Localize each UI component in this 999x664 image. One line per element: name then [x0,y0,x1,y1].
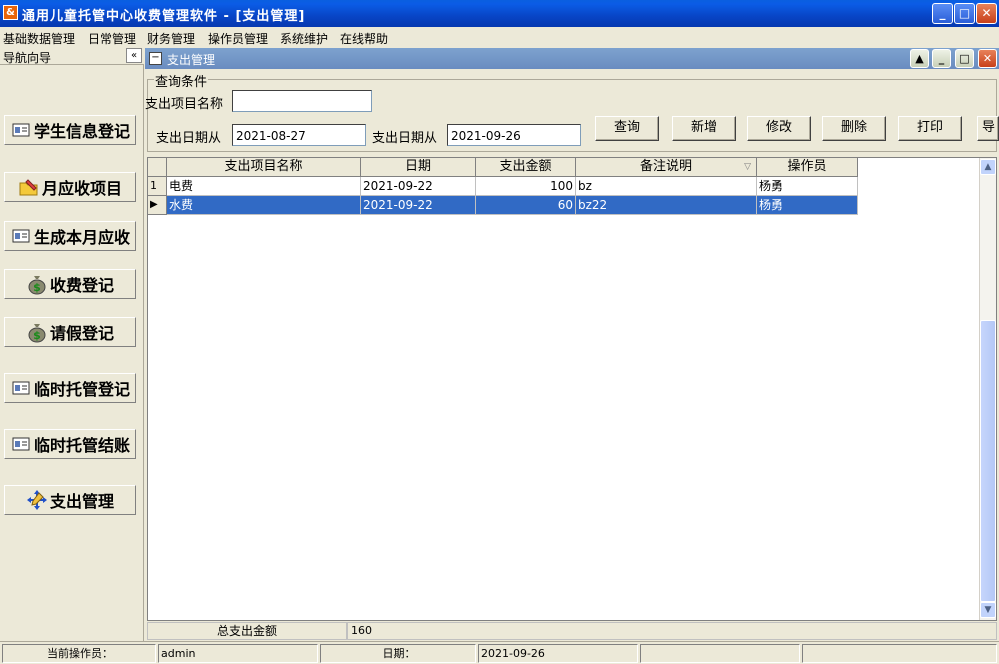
table-cell-date[interactable]: 2021-09-22 [361,196,476,215]
delete-button[interactable]: 删除 [822,116,886,141]
table-cell-amount[interactable]: 100 [476,177,576,196]
row-indicator[interactable]: 1 [148,177,167,196]
menu-system[interactable]: 系统维护 [280,30,328,47]
total-expense-value: 160 [347,622,997,640]
nav-label: 临时托管登记 [33,380,130,399]
nav-label: 学生信息登记 [33,122,130,141]
menu-bar: 基础数据管理 日常管理 财务管理 操作员管理 系统维护 在线帮助 [0,27,999,47]
table-cell-operator[interactable]: 杨勇 [757,177,858,196]
status-bar: 当前操作员： admin 日期： 2021-09-26 [0,641,999,664]
student-card-icon [12,381,30,395]
folder-pencil-icon [19,179,38,196]
column-header-operator[interactable]: 操作员 [757,158,858,177]
window-title: 通用儿童托管中心收费管理软件 - [支出管理] [22,9,306,24]
minimize-button[interactable]: _ [932,3,953,24]
svg-text:$: $ [33,281,41,294]
menu-finance[interactable]: 财务管理 [147,30,195,47]
date-from-input[interactable]: 2021-08-27 [232,124,366,146]
nav-title: 导航向导 [3,51,52,65]
close-button[interactable]: ✕ [976,3,997,24]
sort-icon: ▽ [744,162,751,172]
table-cell-name[interactable]: 水费 [167,196,361,215]
svg-text:$: $ [33,329,41,342]
pencil-arrows-icon [26,490,47,510]
maximize-button[interactable]: □ [954,3,975,24]
child-close-button[interactable]: ✕ [978,49,997,68]
child-title-bar: − 支出管理 ▲ _ □ ✕ [145,48,999,69]
nav-header: 导航向导 « [0,47,144,65]
child-window-title: 支出管理 [167,53,216,67]
nav-label: 生成本月应收 [33,228,130,247]
nav-collapse-button[interactable]: « [126,48,142,63]
status-operator-value: admin [158,644,318,663]
query-legend: 查询条件 [154,71,209,90]
row-indicator-current[interactable]: ▶ [148,196,167,215]
nav-temp-care-checkout[interactable]: 临时托管结账 [4,429,136,459]
status-date-label: 日期： [320,644,476,663]
expense-window: − 支出管理 ▲ _ □ ✕ 查询条件 支出项目名称 支出日期从 2021-08… [145,48,999,641]
scroll-thumb[interactable] [980,320,996,602]
table-cell-date[interactable]: 2021-09-22 [361,177,476,196]
table-cell-note[interactable]: bz [576,177,757,196]
nav-label: 月应收项目 [41,179,122,198]
table-cell-name[interactable]: 电费 [167,177,361,196]
add-button[interactable]: 新增 [672,116,736,141]
table-cell-note[interactable]: bz22 [576,196,757,215]
column-header-name[interactable]: 支出项目名称 [167,158,361,177]
money-bag-icon: $ [28,276,46,295]
edit-button[interactable]: 修改 [747,116,811,141]
column-header-note-label: 备注说明 [639,159,692,174]
nav-leave-register[interactable]: $ 请假登记 [4,317,136,347]
child-minimize-button[interactable]: _ [932,49,951,68]
column-header-date[interactable]: 日期 [361,158,476,177]
nav-monthly-items[interactable]: 月应收项目 [4,172,136,202]
child-scroll-up-button[interactable]: ▲ [910,49,929,68]
status-operator-label: 当前操作员： [2,644,156,663]
nav-expense-management[interactable]: 支出管理 [4,485,136,515]
status-date-value: 2021-09-26 [478,644,638,663]
table-cell-amount[interactable]: 60 [476,196,576,215]
nav-student-register[interactable]: 学生信息登记 [4,115,136,145]
total-expense-label: 总支出金额 [147,622,347,640]
menu-daily[interactable]: 日常管理 [88,30,136,47]
student-card-icon [12,437,30,451]
scroll-up-button[interactable]: ▲ [980,159,996,175]
nav-label: 临时托管结账 [33,436,130,455]
nav-temp-care-register[interactable]: 临时托管登记 [4,373,136,403]
nav-label: 支出管理 [49,492,114,511]
scroll-down-button[interactable]: ▼ [980,602,996,618]
title-bar: & 通用儿童托管中心收费管理软件 - [支出管理] _ □ ✕ [0,0,999,27]
status-empty-2 [802,644,997,663]
nav-generate-receivable[interactable]: 生成本月应收 [4,221,136,251]
column-header-note[interactable]: 备注说明 ▽ [576,158,757,177]
export-button[interactable]: 导 [977,116,999,141]
vertical-scrollbar[interactable]: ▲ ▼ [979,158,996,620]
app-icon[interactable]: & [3,5,18,20]
query-button[interactable]: 查询 [595,116,659,141]
nav-fee-register[interactable]: $ 收费登记 [4,269,136,299]
nav-label: 请假登记 [49,324,114,343]
item-name-label: 支出项目名称 [145,97,224,112]
table-cell-operator[interactable]: 杨勇 [757,196,858,215]
menu-help[interactable]: 在线帮助 [340,30,388,47]
child-window-icon[interactable]: − [149,52,162,65]
menu-operator[interactable]: 操作员管理 [208,30,268,47]
money-bag-icon: $ [28,324,46,343]
column-header-amount[interactable]: 支出金额 [476,158,576,177]
menu-basic-data[interactable]: 基础数据管理 [3,30,75,47]
date-to-input[interactable]: 2021-09-26 [447,124,581,146]
nav-panel: 导航向导 « 学生信息登记 月应收项目 生成本月应收 $ 收费登记 $ 请假登记… [0,47,144,641]
print-button[interactable]: 打印 [898,116,962,141]
row-header-corner [148,158,167,177]
status-empty-1 [640,644,800,663]
nav-label: 收费登记 [49,276,114,295]
date-from-label: 支出日期从 [156,131,222,146]
student-card-icon [12,123,30,137]
child-maximize-button[interactable]: □ [955,49,974,68]
item-name-input[interactable] [232,90,372,112]
date-to-label: 支出日期从 [372,131,438,146]
expense-grid[interactable]: 支出项目名称 日期 支出金额 备注说明 ▽ 操作员 1 电费 2021-09-2… [147,157,997,621]
student-card-icon [12,229,30,243]
